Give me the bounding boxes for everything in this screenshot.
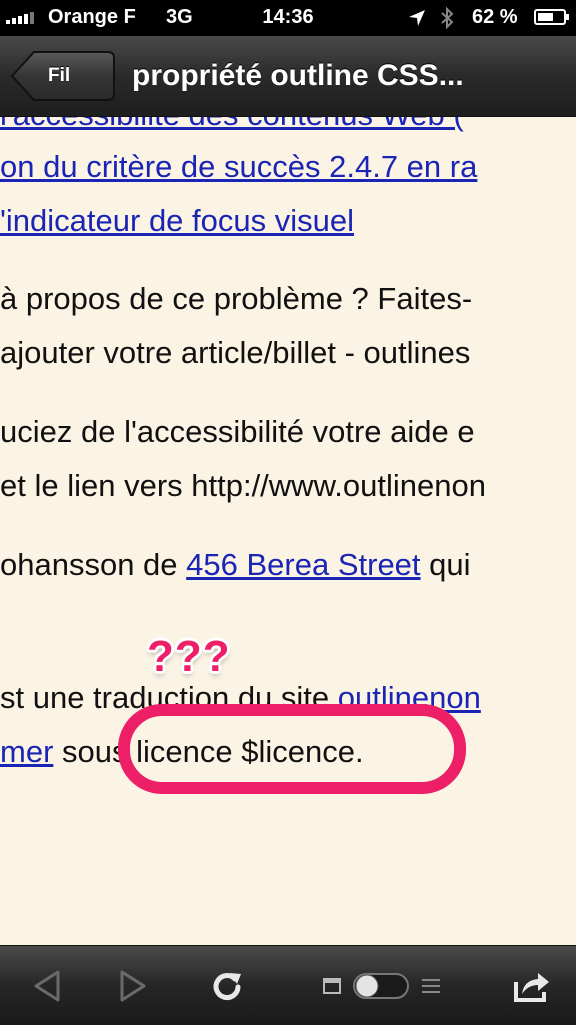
share-icon bbox=[514, 972, 549, 1002]
bottom-toolbar bbox=[0, 945, 576, 1025]
article-link[interactable]: 'indicateur de focus visuel bbox=[0, 203, 354, 238]
status-bar: Orange F 3G 14:36 62 % bbox=[0, 0, 576, 36]
reader-mode-toggle[interactable] bbox=[318, 946, 448, 1025]
annotation-question-marks: ??? bbox=[147, 632, 231, 681]
share-button[interactable] bbox=[496, 946, 568, 1025]
battery-percent: 62 % bbox=[472, 6, 518, 28]
location-arrow-icon bbox=[409, 10, 425, 26]
reload-button[interactable] bbox=[194, 946, 260, 1025]
battery-icon bbox=[534, 9, 569, 25]
berea-street-link[interactable]: 456 Berea Street bbox=[186, 547, 420, 582]
reload-icon bbox=[213, 972, 241, 1000]
text-segment: qui bbox=[420, 547, 471, 582]
text-segment: ohansson de bbox=[0, 547, 187, 582]
article-content: l'accessibilité des contenus Web ( on du… bbox=[0, 117, 576, 945]
forward-nav-button[interactable] bbox=[100, 946, 166, 1025]
back-button[interactable]: Fil bbox=[10, 50, 116, 102]
text-line: on du critère de succès 2.4.7 en ra bbox=[0, 149, 477, 185]
text-line: 'indicateur de focus visuel bbox=[0, 203, 354, 239]
text-line: à propos de ce problème ? Faites- bbox=[0, 281, 473, 316]
battery-level-fill bbox=[538, 13, 553, 21]
article-link[interactable]: l'accessibilité des contenus Web ( bbox=[0, 117, 464, 132]
text-line: ohansson de 456 Berea Street qui bbox=[0, 547, 471, 583]
annotation-highlight-ring bbox=[118, 704, 466, 794]
disclaimer-link[interactable]: mer bbox=[0, 734, 53, 769]
article-link[interactable]: on du critère de succès 2.4.7 en ra bbox=[0, 149, 477, 184]
reader-toggle-icon bbox=[323, 972, 440, 999]
text-line: uciez de l'accessibilité votre aide e bbox=[0, 414, 475, 449]
page-title: propriété outline CSS... bbox=[132, 59, 464, 92]
text-line: ajouter votre article/billet - outlines bbox=[0, 335, 471, 370]
back-nav-button[interactable] bbox=[14, 946, 80, 1025]
navigation-bar: Fil propriété outline CSS... bbox=[0, 36, 576, 117]
triangle-right-icon bbox=[120, 970, 146, 1001]
text-line: l'accessibilité des contenus Web ( bbox=[0, 117, 464, 133]
bluetooth-icon bbox=[441, 6, 454, 30]
back-button-label: Fil bbox=[48, 65, 71, 86]
triangle-left-icon bbox=[34, 970, 60, 1001]
text-line: et le lien vers http://www.outlinenon bbox=[0, 468, 486, 503]
